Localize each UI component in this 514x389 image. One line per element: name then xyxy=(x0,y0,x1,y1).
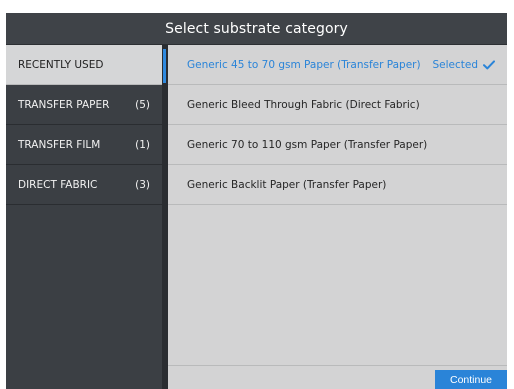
sidebar-item-count: (1) xyxy=(135,138,150,151)
list-item-label: Generic Bleed Through Fabric (Direct Fab… xyxy=(187,98,420,111)
sidebar-item-label: TRANSFER PAPER xyxy=(18,98,110,111)
list-item-label: Generic Backlit Paper (Transfer Paper) xyxy=(187,178,387,191)
list-item-backlit-paper[interactable]: Generic Backlit Paper (Transfer Paper) xyxy=(168,165,507,205)
list-item-label: Generic 70 to 110 gsm Paper (Transfer Pa… xyxy=(187,138,428,151)
sidebar-item-count: (3) xyxy=(135,178,150,191)
continue-button[interactable]: Continue xyxy=(435,370,507,389)
list-item-label: Generic 45 to 70 gsm Paper (Transfer Pap… xyxy=(187,58,421,71)
sidebar-item-transfer-paper[interactable]: TRANSFER PAPER (5) xyxy=(6,85,162,125)
sidebar-item-count: (5) xyxy=(135,98,150,111)
header-bar: Select substrate category xyxy=(6,13,507,45)
selected-status: Selected xyxy=(432,59,495,71)
sidebar-item-label: DIRECT FABRIC xyxy=(18,178,98,191)
sidebar-item-label: TRANSFER FILM xyxy=(18,138,101,151)
list-item-generic-45-70-gsm[interactable]: Generic 45 to 70 gsm Paper (Transfer Pap… xyxy=(168,45,507,85)
sidebar-item-transfer-film[interactable]: TRANSFER FILM (1) xyxy=(6,125,162,165)
check-icon xyxy=(483,59,495,69)
list-item-bleed-through-fabric[interactable]: Generic Bleed Through Fabric (Direct Fab… xyxy=(168,85,507,125)
page-title: Select substrate category xyxy=(165,20,348,37)
sidebar-item-recently-used[interactable]: RECENTLY USED xyxy=(6,45,162,85)
printer-screen: Select substrate category RECENTLY USED … xyxy=(6,13,507,389)
sidebar-item-label: RECENTLY USED xyxy=(18,58,104,71)
category-sidebar: RECENTLY USED TRANSFER PAPER (5) TRANSFE… xyxy=(6,45,162,389)
selected-label: Selected xyxy=(432,58,478,71)
sidebar-item-direct-fabric[interactable]: DIRECT FABRIC (3) xyxy=(6,165,162,205)
substrate-list: Generic 45 to 70 gsm Paper (Transfer Pap… xyxy=(168,45,507,389)
footer-divider xyxy=(168,365,507,366)
list-item-generic-70-110-gsm[interactable]: Generic 70 to 110 gsm Paper (Transfer Pa… xyxy=(168,125,507,165)
scroll-indicator[interactable] xyxy=(163,49,166,83)
